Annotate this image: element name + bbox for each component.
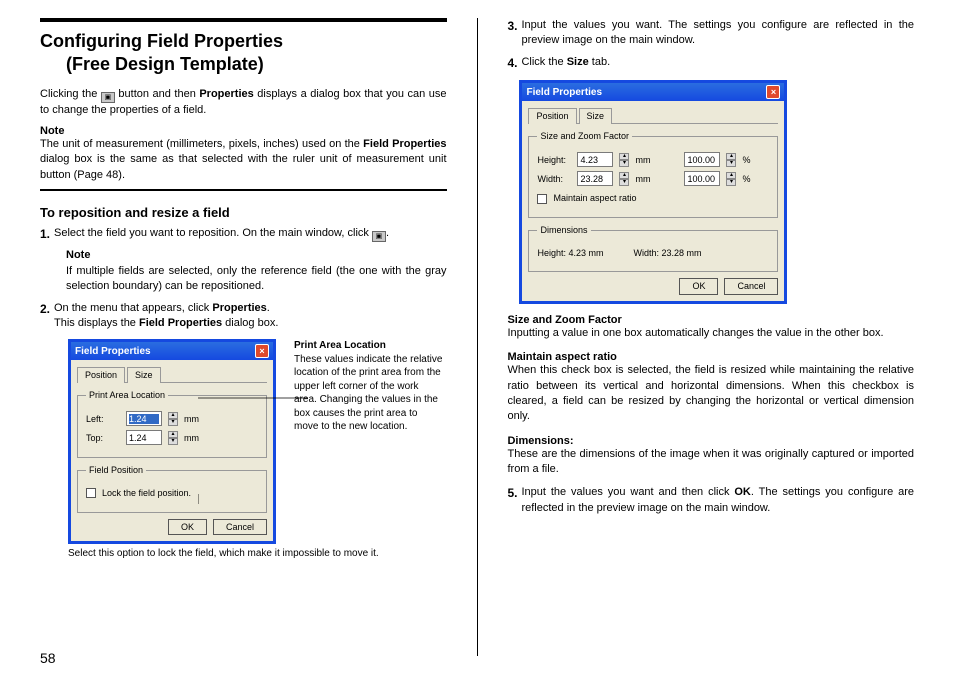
desc-heading: Maintain aspect ratio xyxy=(507,351,914,363)
column-divider xyxy=(477,18,478,656)
group-dimensions: Dimensions xyxy=(537,224,590,237)
intro-text: Clicking the ▣ button and then Propertie… xyxy=(40,87,447,119)
desc-heading: Size and Zoom Factor xyxy=(507,314,914,326)
figure-caption: Select this option to lock the field, wh… xyxy=(68,548,447,559)
close-icon[interactable]: × xyxy=(766,85,780,99)
left-spinner[interactable]: ▴▾ xyxy=(168,412,178,426)
group-field-position: Field Position xyxy=(86,464,146,477)
properties-icon: ▣ xyxy=(101,92,115,103)
tab-position[interactable]: Position xyxy=(77,367,125,383)
maintain-aspect-label: Maintain aspect ratio xyxy=(553,192,636,205)
desc-body: When this check box is selected, the fie… xyxy=(507,363,914,425)
lock-checkbox[interactable] xyxy=(86,488,96,498)
step-item: 1. Select the field you want to repositi… xyxy=(40,226,447,295)
step-item: 4. Click the Size tab. xyxy=(507,55,914,70)
height-label: Height: xyxy=(537,154,571,167)
cancel-button[interactable]: Cancel xyxy=(213,519,267,536)
width-label: Width: xyxy=(537,173,571,186)
left-label: Left: xyxy=(86,413,120,426)
dialog-title: Field Properties xyxy=(75,346,151,357)
dimension-width: Width: 23.28 mm xyxy=(634,247,702,260)
top-spinner[interactable]: ▴▾ xyxy=(168,431,178,445)
field-properties-dialog-size: Field Properties × Position Size Size an… xyxy=(519,80,787,304)
note-heading: Note xyxy=(40,125,447,137)
left-field[interactable] xyxy=(126,411,162,426)
height-pct-field[interactable] xyxy=(684,152,720,167)
group-print-area-location: Print Area Location xyxy=(86,389,168,402)
note-body: The unit of measurement (millimeters, pi… xyxy=(40,137,447,183)
section-title: Configuring Field Properties (Free Desig… xyxy=(40,30,447,75)
desc-heading: Dimensions: xyxy=(507,435,914,447)
step-item: 5. Input the values you want and then cl… xyxy=(507,485,914,516)
page-number: 58 xyxy=(40,650,56,666)
callout-heading: Print Area Location xyxy=(294,339,444,353)
properties-icon: ▣ xyxy=(372,231,386,242)
ok-button[interactable]: OK xyxy=(679,278,718,295)
close-icon[interactable]: × xyxy=(255,344,269,358)
width-pct-spinner[interactable]: ▴▾ xyxy=(726,172,736,186)
group-size-zoom: Size and Zoom Factor xyxy=(537,130,632,143)
maintain-aspect-checkbox[interactable] xyxy=(537,194,547,204)
cancel-button[interactable]: Cancel xyxy=(724,278,778,295)
height-spinner[interactable]: ▴▾ xyxy=(619,153,629,167)
top-field[interactable] xyxy=(126,430,162,445)
top-label: Top: xyxy=(86,432,120,445)
note-heading: Note xyxy=(66,248,447,263)
width-spinner[interactable]: ▴▾ xyxy=(619,172,629,186)
width-field[interactable] xyxy=(577,171,613,186)
height-pct-spinner[interactable]: ▴▾ xyxy=(726,153,736,167)
desc-body: Inputting a value in one box automatical… xyxy=(507,326,914,341)
subsection-heading: To reposition and resize a field xyxy=(40,205,447,220)
step-item: 3. Input the values you want. The settin… xyxy=(507,18,914,49)
lock-label: Lock the field position. xyxy=(102,487,191,500)
tab-size[interactable]: Size xyxy=(127,367,161,383)
width-pct-field[interactable] xyxy=(684,171,720,186)
dialog-title: Field Properties xyxy=(526,87,602,98)
ok-button[interactable]: OK xyxy=(168,519,207,536)
dimension-height: Height: 4.23 mm xyxy=(537,247,603,260)
tab-position[interactable]: Position xyxy=(528,108,576,124)
desc-body: These are the dimensions of the image wh… xyxy=(507,447,914,478)
height-field[interactable] xyxy=(577,152,613,167)
step-item: 2. On the menu that appears, click Prope… xyxy=(40,301,447,332)
tab-size[interactable]: Size xyxy=(579,108,613,124)
